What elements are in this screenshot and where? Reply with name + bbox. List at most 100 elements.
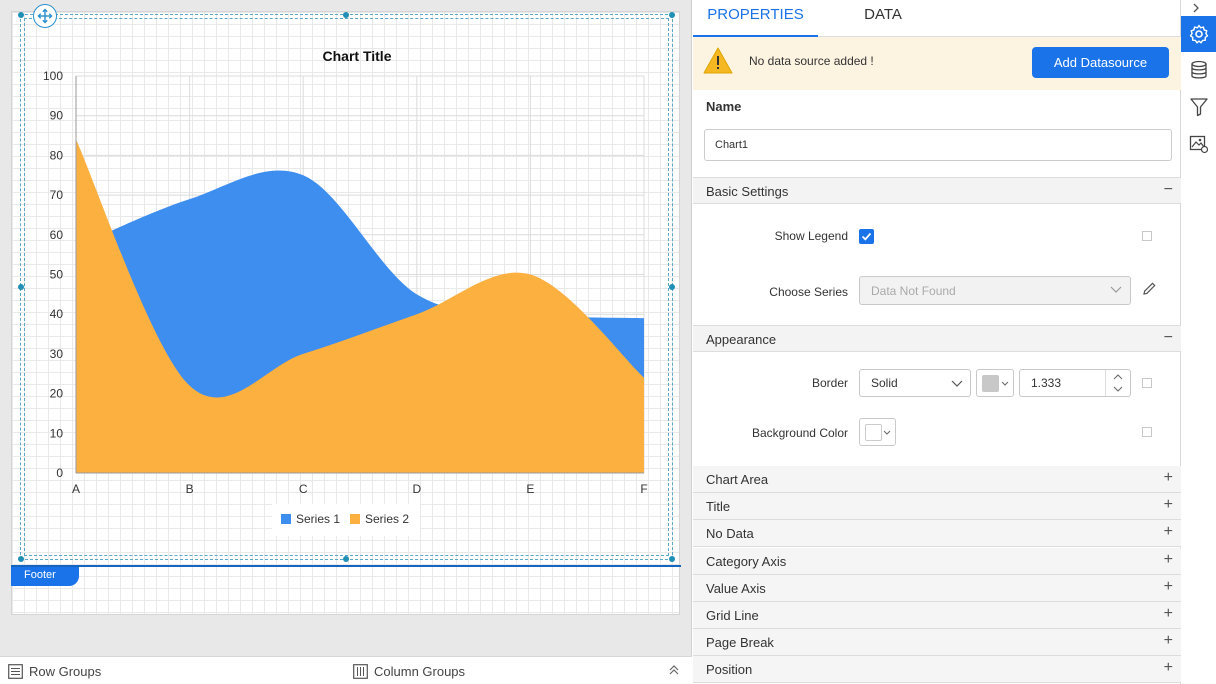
x-tick-label: E xyxy=(526,482,534,496)
background-color-swatch xyxy=(865,423,882,441)
expand-groups-icon[interactable] xyxy=(668,663,680,680)
section-no-data[interactable]: No Data + xyxy=(693,520,1181,548)
section-chart-area[interactable]: Chart Area + xyxy=(693,466,1181,493)
row-groups-icon xyxy=(8,664,23,679)
panel-tabs: PROPERTIES DATA xyxy=(693,0,1181,37)
choose-series-label: Choose Series xyxy=(769,285,848,299)
filter-icon[interactable] xyxy=(1181,89,1216,125)
border-expression-checkbox[interactable] xyxy=(1142,378,1152,388)
y-tick-label: 50 xyxy=(50,268,64,282)
section-appearance[interactable]: Appearance − xyxy=(693,325,1181,352)
background-expression-checkbox[interactable] xyxy=(1142,427,1152,437)
expand-icon[interactable]: + xyxy=(1164,605,1173,623)
y-tick-label: 0 xyxy=(56,466,63,480)
move-icon[interactable] xyxy=(33,4,57,28)
expand-icon[interactable]: + xyxy=(1164,523,1173,541)
collapse-icon[interactable]: − xyxy=(1164,181,1173,199)
section-title[interactable]: Title + xyxy=(693,493,1181,521)
section-title: Position xyxy=(706,662,753,678)
tab-data[interactable]: DATA xyxy=(818,0,948,37)
warning-text: No data source added ! xyxy=(749,54,874,68)
section-title: Value Axis xyxy=(706,580,766,596)
section-title: Chart Area xyxy=(706,472,769,487)
check-icon xyxy=(861,232,872,241)
expand-icon[interactable]: + xyxy=(1164,578,1173,596)
expand-icon[interactable]: + xyxy=(1164,659,1173,677)
grouping-bar: Row Groups Column Groups xyxy=(0,656,692,684)
show-legend-expression-checkbox[interactable] xyxy=(1142,231,1152,241)
tab-properties[interactable]: PROPERTIES xyxy=(693,0,818,37)
chevron-down-icon xyxy=(1110,286,1122,293)
chart-title: Chart Title xyxy=(323,48,392,64)
chevron-down-icon xyxy=(951,380,963,387)
legend-label: Series 2 xyxy=(365,512,409,526)
stepper-buttons[interactable] xyxy=(1105,370,1130,396)
y-tick-label: 30 xyxy=(50,347,64,361)
edit-series-pencil-icon[interactable] xyxy=(1142,281,1157,299)
section-category-axis[interactable]: Category Axis + xyxy=(693,547,1181,575)
x-tick-label: A xyxy=(72,482,80,496)
y-tick-label: 10 xyxy=(50,426,64,440)
y-tick-label: 40 xyxy=(50,307,64,321)
footer-divider xyxy=(11,565,681,567)
row-groups-label: Row Groups xyxy=(29,664,102,679)
show-legend-checkbox[interactable] xyxy=(859,229,874,244)
y-tick-label: 20 xyxy=(50,387,64,401)
section-page-break[interactable]: Page Break + xyxy=(693,629,1181,657)
footer-tab[interactable]: Footer xyxy=(11,567,79,586)
name-field[interactable] xyxy=(704,129,1172,161)
section-title: Page Break xyxy=(706,635,774,651)
legend-swatch xyxy=(350,514,360,524)
expand-icon[interactable]: + xyxy=(1164,632,1173,650)
border-label: Border xyxy=(811,376,848,390)
properties-gear-icon[interactable] xyxy=(1181,16,1216,52)
section-title: Category Axis xyxy=(706,553,787,569)
x-tick-label: D xyxy=(412,482,421,496)
show-legend-label: Show Legend xyxy=(774,229,848,243)
choose-series-value: Data Not Found xyxy=(871,283,956,298)
x-tick-label: B xyxy=(186,482,194,496)
legend-swatch xyxy=(281,514,291,524)
section-value-axis[interactable]: Value Axis + xyxy=(693,574,1181,602)
border-width-stepper[interactable]: 1.333 xyxy=(1019,369,1131,397)
section-basic-settings-title: Basic Settings xyxy=(706,184,789,199)
background-color-picker[interactable] xyxy=(859,418,896,446)
name-label: Name xyxy=(706,99,742,114)
chevron-up-icon[interactable] xyxy=(1113,374,1123,380)
chevron-down-icon[interactable] xyxy=(1113,386,1123,392)
section-basic-settings[interactable]: Basic Settings − xyxy=(693,177,1181,204)
section-position[interactable]: Position + xyxy=(693,656,1181,684)
column-groups-label: Column Groups xyxy=(374,664,466,679)
section-title: No Data xyxy=(706,526,754,542)
column-groups-icon xyxy=(353,664,368,679)
row-groups-button[interactable]: Row Groups xyxy=(8,664,101,679)
properties-panel: PROPERTIES DATA No data source added ! A… xyxy=(693,0,1181,684)
chevron-down-icon xyxy=(1001,381,1009,386)
add-datasource-button[interactable]: Add Datasource xyxy=(1032,47,1169,78)
x-tick-label: C xyxy=(299,482,308,496)
image-settings-icon[interactable] xyxy=(1181,126,1216,162)
x-tick-label: F xyxy=(640,482,647,496)
no-datasource-banner: No data source added ! Add Datasource xyxy=(693,37,1181,90)
y-tick-label: 70 xyxy=(50,188,64,202)
border-style-value: Solid xyxy=(871,376,898,390)
expand-icon[interactable]: + xyxy=(1164,551,1173,569)
border-style-dropdown[interactable]: Solid xyxy=(859,369,971,397)
border-color-picker[interactable] xyxy=(976,369,1014,397)
y-tick-label: 60 xyxy=(50,228,64,242)
y-tick-label: 80 xyxy=(50,148,64,162)
choose-series-dropdown[interactable]: Data Not Found xyxy=(859,276,1131,305)
y-tick-label: 90 xyxy=(50,109,64,123)
expand-icon[interactable]: + xyxy=(1164,469,1173,487)
section-grid-line[interactable]: Grid Line + xyxy=(693,602,1181,629)
chart[interactable]: 0 10 20 30 40 50 60 70 80 90 100 A B C D E F Chart Title S… xyxy=(0,0,692,560)
chevron-down-icon xyxy=(883,430,891,435)
y-tick-label: 100 xyxy=(43,69,63,83)
collapse-icon[interactable]: − xyxy=(1164,329,1173,347)
background-color-label: Background Color xyxy=(751,426,848,440)
database-icon[interactable] xyxy=(1181,52,1216,88)
section-title: Grid Line xyxy=(706,608,759,623)
column-groups-button[interactable]: Column Groups xyxy=(353,664,465,679)
expand-icon[interactable]: + xyxy=(1164,496,1173,514)
collapse-panel-chevron-icon[interactable] xyxy=(1191,2,1201,17)
